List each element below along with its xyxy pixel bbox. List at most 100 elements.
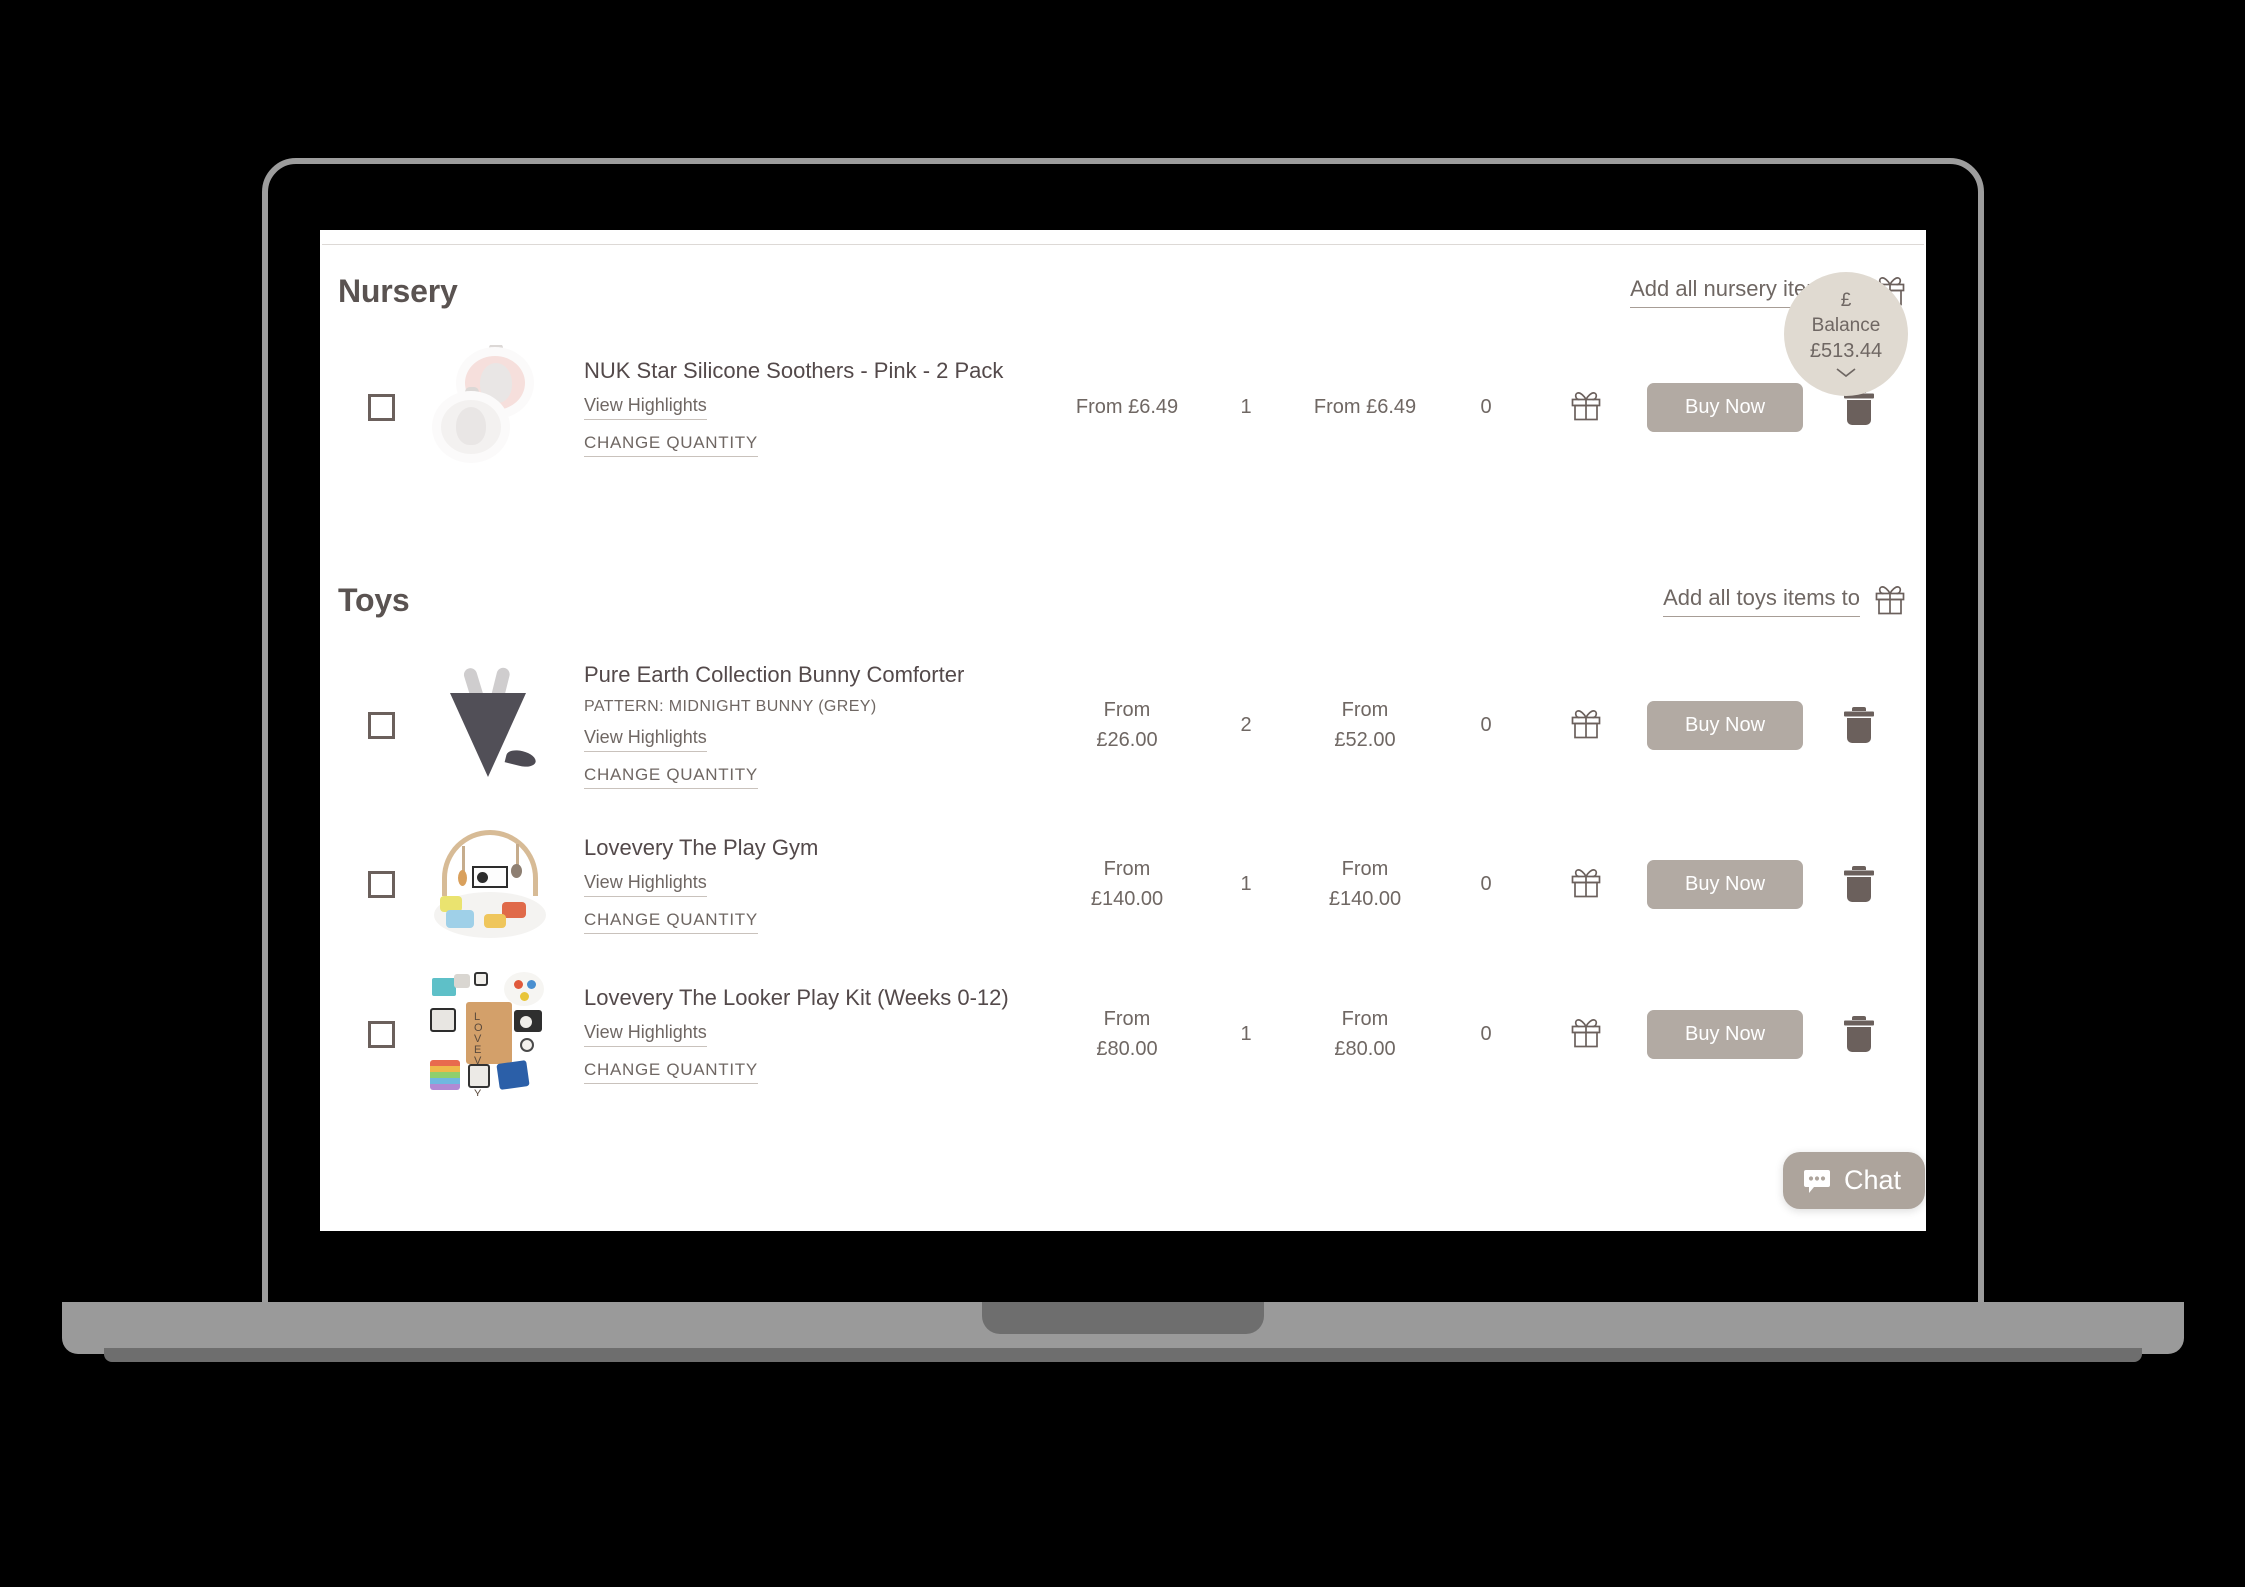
product-title[interactable]: Lovevery The Play Gym — [584, 834, 1052, 862]
chevron-down-icon[interactable] — [1835, 367, 1857, 378]
item-price-value: £80.00 — [1096, 1038, 1158, 1060]
item-price-value: £140.00 — [1090, 888, 1164, 910]
section-title: Toys — [338, 582, 410, 618]
item-row: NUK Star Silicone Soothers - Pink - 2 Pa… — [338, 332, 1908, 482]
view-highlights-link[interactable]: View Highlights — [584, 872, 707, 897]
item-total-value: £80.00 — [1334, 1038, 1396, 1060]
item-select-cell — [338, 870, 424, 898]
add-all-group[interactable]: Add all toys items to — [1663, 583, 1908, 619]
trash-icon[interactable] — [1810, 863, 1908, 905]
trash-icon[interactable] — [1810, 1013, 1908, 1055]
item-purchased-count: 0 — [1480, 1022, 1492, 1045]
chat-label: Chat — [1844, 1165, 1902, 1195]
item-price-prefix: From — [1103, 699, 1151, 721]
buy-now-button[interactable]: Buy Now — [1647, 382, 1803, 432]
item-info-cell: Pure Earth Collection Bunny Comforter PAT… — [556, 661, 1052, 790]
item-price-cell: From £26.00 — [1052, 695, 1202, 755]
item-total-cell: From £80.00 — [1290, 1004, 1440, 1064]
item-buy-cell: Buy Now — [1640, 1009, 1810, 1059]
change-quantity-link[interactable]: CHANGE QUANTITY — [584, 1060, 758, 1084]
item-total-cell: From £140.00 — [1290, 854, 1440, 914]
registry-section: Nursery Add all nursery items to NUK Star … — [338, 245, 1908, 482]
item-checkbox[interactable] — [367, 711, 395, 739]
product-image[interactable] — [428, 663, 552, 787]
product-title[interactable]: Lovevery The Looker Play Kit (Weeks 0-12… — [584, 984, 1052, 1012]
product-title[interactable]: NUK Star Silicone Soothers - Pink - 2 Pa… — [584, 357, 1052, 385]
buy-now-button[interactable]: Buy Now — [1647, 1009, 1803, 1059]
add-all-link[interactable]: Add all toys items to — [1663, 585, 1860, 617]
item-quantity: 1 — [1240, 1022, 1252, 1045]
item-thumbnail-cell — [424, 663, 556, 787]
site-header: REGISTRY — [320, 230, 1926, 244]
view-highlights-link[interactable]: View Highlights — [584, 1022, 707, 1047]
item-select-cell — [338, 1020, 424, 1048]
item-thumbnail-cell: LOVEVERY — [424, 972, 556, 1096]
item-buy-cell: Buy Now — [1640, 700, 1810, 750]
item-purchased-count: 0 — [1480, 872, 1492, 895]
item-total-prefix: From — [1341, 699, 1389, 721]
item-checkbox[interactable] — [367, 393, 395, 421]
item-row: Pure Earth Collection Bunny Comforter PAT… — [338, 641, 1908, 809]
item-price-cell: From £80.00 — [1052, 1004, 1202, 1064]
item-checkbox[interactable] — [367, 870, 395, 898]
balance-label: Balance — [1811, 315, 1881, 336]
view-highlights-link[interactable]: View Highlights — [584, 727, 707, 753]
gift-icon[interactable] — [1532, 389, 1640, 425]
item-thumbnail-cell — [424, 822, 556, 946]
item-price-cell: From £140.00 — [1052, 854, 1202, 914]
change-quantity-link[interactable]: CHANGE QUANTITY — [584, 433, 758, 457]
gift-icon[interactable] — [1532, 1016, 1640, 1052]
item-list: NUK Star Silicone Soothers - Pink - 2 Pa… — [338, 332, 1908, 482]
change-quantity-link[interactable]: CHANGE QUANTITY — [584, 765, 758, 790]
section-header: Nursery Add all nursery items to — [338, 245, 1908, 310]
item-purchased-count: 0 — [1480, 713, 1492, 736]
item-quantity: 2 — [1240, 713, 1252, 736]
section-title: Nursery — [338, 273, 458, 309]
section-header: Toys Add all toys items to — [338, 554, 1908, 619]
gift-icon[interactable] — [1532, 866, 1640, 902]
item-buy-cell: Buy Now — [1640, 382, 1810, 432]
item-quantity: 1 — [1240, 872, 1252, 895]
laptop-base-lip — [104, 1348, 2142, 1362]
trash-icon[interactable] — [1810, 704, 1908, 746]
item-checkbox[interactable] — [367, 1020, 395, 1048]
view-highlights-link[interactable]: View Highlights — [584, 395, 707, 420]
item-total-cell: From £6.49 — [1290, 392, 1440, 422]
shopify-chat-button[interactable]: Chat — [1783, 1152, 1926, 1209]
nav-item-registry[interactable]: REGISTRY — [1351, 230, 1446, 234]
item-price-prefix: From — [1103, 1008, 1151, 1030]
product-image[interactable] — [428, 822, 552, 946]
item-total-prefix: From — [1341, 1008, 1389, 1030]
item-thumbnail-cell — [424, 345, 556, 469]
gift-icon[interactable] — [1872, 583, 1908, 619]
item-info-cell: Lovevery The Play Gym View Highlights CHAN… — [556, 834, 1052, 934]
buy-now-button[interactable]: Buy Now — [1647, 859, 1803, 909]
item-total-cell: From £52.00 — [1290, 695, 1440, 755]
product-image[interactable] — [428, 345, 552, 469]
buy-now-button[interactable]: Buy Now — [1647, 700, 1803, 750]
registry-sections: Nursery Add all nursery items to NUK Star … — [320, 245, 1926, 1109]
laptop-base-notch — [982, 1302, 1264, 1334]
chat-bubble-icon — [1802, 1166, 1832, 1196]
item-purchased-count: 0 — [1480, 395, 1492, 418]
item-price-prefix: From — [1103, 858, 1151, 880]
balance-widget[interactable]: £ Balance £513.44 — [1784, 272, 1908, 396]
product-image[interactable]: LOVEVERY — [428, 972, 552, 1096]
item-row: Lovevery The Play Gym View Highlights CHAN… — [338, 809, 1908, 959]
change-quantity-link[interactable]: CHANGE QUANTITY — [584, 910, 758, 934]
item-info-cell: Lovevery The Looker Play Kit (Weeks 0-12… — [556, 984, 1052, 1084]
product-title[interactable]: Pure Earth Collection Bunny Comforter — [584, 661, 1052, 689]
balance-currency: £ — [1840, 290, 1852, 311]
item-list: Pure Earth Collection Bunny Comforter PAT… — [338, 641, 1908, 1109]
item-total-value: From £6.49 — [1313, 396, 1417, 418]
item-select-cell — [338, 393, 424, 421]
gift-icon[interactable] — [1532, 707, 1640, 743]
browser-viewport: REGISTRY NurseryAdd all nursery items to… — [320, 230, 1926, 1231]
item-quantity: 1 — [1240, 395, 1252, 418]
item-total-value: £52.00 — [1334, 729, 1396, 751]
item-buy-cell: Buy Now — [1640, 859, 1810, 909]
item-price-cell: From £6.49 — [1052, 392, 1202, 422]
item-info-cell: NUK Star Silicone Soothers - Pink - 2 Pa… — [556, 357, 1052, 457]
product-variant: PATTERN: MIDNIGHT BUNNY (GREY) — [584, 698, 877, 716]
